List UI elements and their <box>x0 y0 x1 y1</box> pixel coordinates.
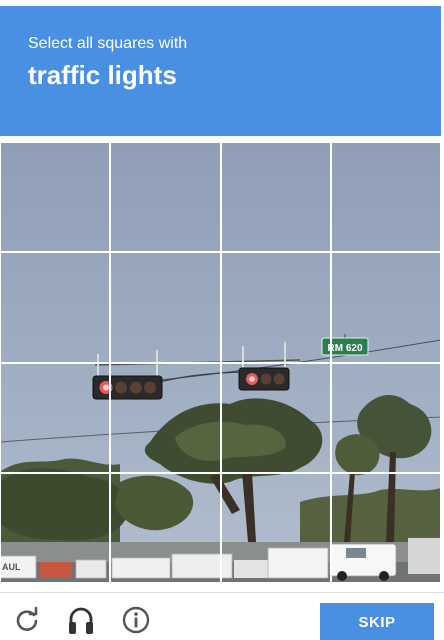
challenge-image-grid: RM 620 AUL <box>0 142 441 583</box>
tile-r1-c2[interactable] <box>110 142 221 253</box>
tile-r3-c1[interactable] <box>0 362 111 473</box>
challenge-instruction: Select all squares with <box>28 35 188 52</box>
tile-r2-c1[interactable] <box>0 252 111 363</box>
tile-r1-c4[interactable] <box>330 142 441 253</box>
tile-r2-c3[interactable] <box>220 252 331 363</box>
captcha-widget: Select all squares with traffic lights R <box>0 0 444 640</box>
skip-button[interactable]: SKIP <box>320 603 434 640</box>
challenge-header: Select all squares with traffic lights <box>0 6 441 136</box>
tile-r3-c2[interactable] <box>110 362 221 473</box>
tile-r4-c3[interactable] <box>220 472 331 583</box>
headphones-icon[interactable] <box>66 605 96 635</box>
tile-r2-c2[interactable] <box>110 252 221 363</box>
challenge-target: traffic lights <box>28 60 177 90</box>
tile-r4-c2[interactable] <box>110 472 221 583</box>
tile-r3-c4[interactable] <box>330 362 441 473</box>
tile-r3-c3[interactable] <box>220 362 331 473</box>
tile-grid <box>0 142 441 583</box>
reload-icon[interactable] <box>12 605 42 635</box>
tile-r1-c3[interactable] <box>220 142 331 253</box>
tile-r2-c4[interactable] <box>330 252 441 363</box>
tile-r1-c1[interactable] <box>0 142 111 253</box>
tile-r4-c4[interactable] <box>330 472 441 583</box>
info-icon[interactable] <box>121 605 151 635</box>
tile-r4-c1[interactable] <box>0 472 111 583</box>
captcha-footer: SKIP <box>0 592 444 640</box>
